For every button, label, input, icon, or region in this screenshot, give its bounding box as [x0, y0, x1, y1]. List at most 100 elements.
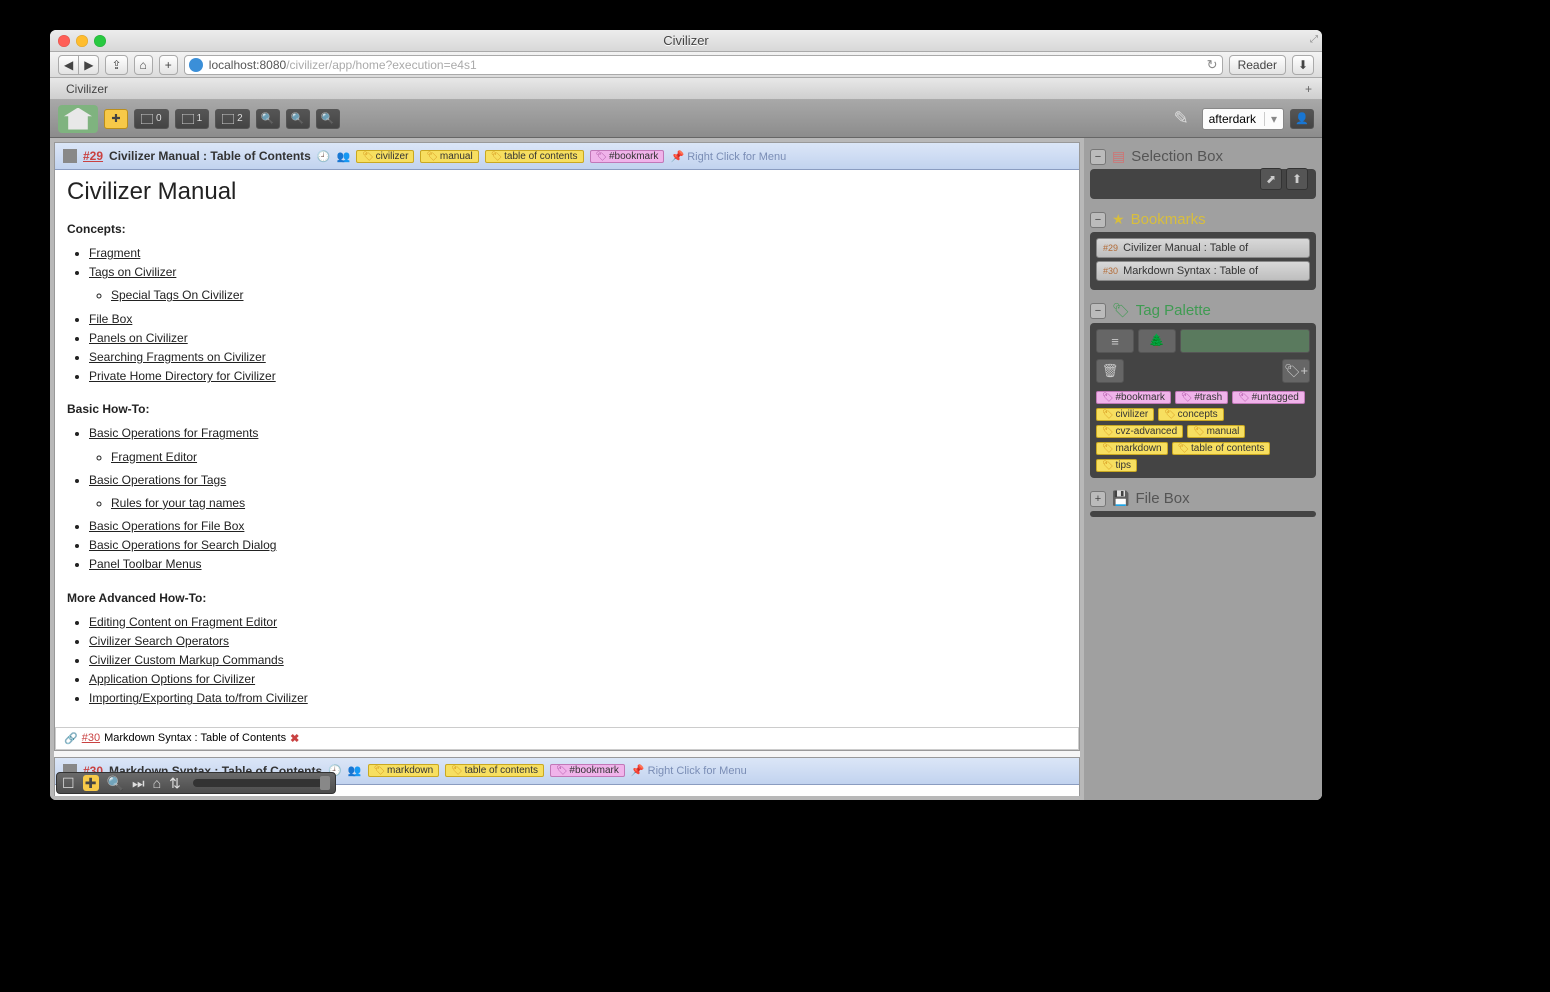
tag-item[interactable]: 🏷cvz-advanced	[1096, 425, 1183, 438]
selection-box-header[interactable]: − ▤ Selection Box	[1090, 144, 1316, 169]
link-editing[interactable]: Editing Content on Fragment Editor	[89, 615, 277, 629]
tags-icon: 🏷	[1112, 302, 1130, 319]
tag-item[interactable]: 🏷#trash	[1175, 391, 1228, 404]
reload-icon[interactable]: ↻	[1207, 57, 1218, 73]
bookmarks-header[interactable]: − ★ Bookmarks	[1090, 207, 1316, 232]
related-bar: 🔗 #30 Markdown Syntax : Table of Content…	[55, 727, 1079, 750]
link-basic-search[interactable]: Basic Operations for Search Dialog	[89, 538, 276, 552]
share-button[interactable]: ⇪	[105, 55, 127, 75]
home-button[interactable]: ⌂	[134, 55, 153, 75]
sort-icon[interactable]: ⇅	[169, 775, 181, 792]
downloads-button[interactable]: ⬇	[1292, 55, 1314, 75]
link-basic-tags[interactable]: Basic Operations for Tags	[89, 473, 226, 487]
tag-item[interactable]: 🏷markdown	[1096, 442, 1168, 455]
tag-item[interactable]: 🏷concepts	[1158, 408, 1223, 421]
fragment-header[interactable]: #29 Civilizer Manual : Table of Contents…	[55, 143, 1079, 170]
group-icon: 👥	[348, 764, 362, 777]
link-special-tags[interactable]: Special Tags On Civilizer	[111, 288, 244, 302]
tag-item[interactable]: 🏷#untagged	[1232, 391, 1305, 404]
tag-bookmark[interactable]: 🏷#bookmark	[550, 764, 625, 777]
tag-item[interactable]: 🏷tips	[1096, 459, 1137, 472]
brush-icon[interactable]: ✎	[1174, 108, 1196, 130]
link-searching[interactable]: Searching Fragments on Civilizer	[89, 350, 266, 364]
tag-item[interactable]: 🏷manual	[1187, 425, 1245, 438]
selection-box-title: Selection Box	[1131, 148, 1223, 165]
search-button-2[interactable]: 🔍	[286, 109, 310, 129]
tag-list-view-button[interactable]: ≡	[1096, 329, 1134, 353]
fragment-id[interactable]: #29	[83, 149, 103, 163]
collapse-icon[interactable]: −	[1090, 303, 1106, 319]
collapse-icon[interactable]: −	[1090, 212, 1106, 228]
save-icon: 💾	[1112, 490, 1129, 507]
browser-toolbar: ◀ ▶ ⇪ ⌂ + localhost:8080/civilizer/app/h…	[50, 52, 1322, 78]
new-tab-button[interactable]: +	[159, 55, 178, 75]
tag-item[interactable]: 🏷civilizer	[1096, 408, 1154, 421]
fragment-checkbox[interactable]	[63, 149, 77, 163]
home-icon[interactable]: ⌂	[153, 775, 161, 791]
url-bar[interactable]: localhost:8080/civilizer/app/home?execut…	[184, 55, 1223, 75]
browser-tab[interactable]: Civilizer	[58, 82, 116, 96]
collapse-icon[interactable]: −	[1090, 149, 1106, 165]
panel-2-button[interactable]: 2	[215, 109, 250, 129]
related-id[interactable]: #30	[82, 732, 100, 744]
bookmark-item[interactable]: #29 Civilizer Manual : Table of	[1096, 238, 1310, 258]
search-button-3[interactable]: 🔍	[316, 109, 340, 129]
forward-button[interactable]: ▶	[79, 55, 99, 75]
link-panels[interactable]: Panels on Civilizer	[89, 331, 188, 345]
theme-select[interactable]: afterdark ▾	[1202, 108, 1284, 130]
checkbox-icon[interactable]: ☐	[62, 775, 75, 792]
content-area: #29 Civilizer Manual : Table of Contents…	[50, 138, 1322, 800]
related-remove[interactable]: ✖	[290, 732, 299, 745]
back-button[interactable]: ◀	[58, 55, 79, 75]
tag-manual[interactable]: 🏷manual	[420, 150, 478, 163]
tag-markdown[interactable]: 🏷markdown	[368, 764, 440, 777]
new-fragment-button[interactable]: ✚	[104, 109, 128, 129]
tag-delete-button[interactable]: 🗑	[1096, 359, 1124, 383]
link-homedir[interactable]: Private Home Directory for Civilizer	[89, 369, 276, 383]
sidebar-top-button[interactable]: ⬆	[1286, 168, 1308, 190]
tag-search-input[interactable]	[1180, 329, 1310, 353]
slider-thumb[interactable]	[320, 776, 330, 790]
sidebar-up-button[interactable]: ⬈	[1260, 168, 1282, 190]
next-icon[interactable]: ⏭	[132, 775, 145, 792]
tag-item[interactable]: 🏷#bookmark	[1096, 391, 1171, 404]
tab-add-icon[interactable]: +	[1295, 82, 1322, 96]
link-basic-frag[interactable]: Basic Operations for Fragments	[89, 426, 258, 440]
link-fragment[interactable]: Fragment	[89, 246, 140, 260]
expand-icon[interactable]: +	[1090, 491, 1106, 507]
search-icon[interactable]: 🔍	[107, 775, 124, 792]
link-panel-menus[interactable]: Panel Toolbar Menus	[89, 557, 202, 571]
search-button-1[interactable]: 🔍	[256, 109, 280, 129]
link-basic-filebox[interactable]: Basic Operations for File Box	[89, 519, 244, 533]
file-box-header[interactable]: + 💾 File Box	[1090, 486, 1316, 511]
group-icon: 👥	[337, 150, 351, 163]
logo-icon[interactable]	[58, 105, 98, 133]
reader-button[interactable]: Reader	[1229, 55, 1286, 75]
slider[interactable]	[193, 779, 330, 787]
clock-icon: 🕘	[317, 150, 331, 163]
chevron-down-icon: ▾	[1264, 112, 1277, 126]
tag-toc[interactable]: 🏷table of contents	[485, 150, 584, 163]
link-markup[interactable]: Civilizer Custom Markup Commands	[89, 653, 284, 667]
tag-add-button[interactable]: 🏷+	[1282, 359, 1310, 383]
tag-bookmark[interactable]: 🏷#bookmark	[590, 150, 665, 163]
link-tags[interactable]: Tags on Civilizer	[89, 265, 176, 279]
tag-item[interactable]: 🏷table of contents	[1172, 442, 1271, 455]
user-button[interactable]: 👤	[1290, 109, 1314, 129]
bookmark-item[interactable]: #30 Markdown Syntax : Table of	[1096, 261, 1310, 281]
link-filebox[interactable]: File Box	[89, 312, 132, 326]
tag-palette-header[interactable]: − 🏷 Tag Palette	[1090, 298, 1316, 323]
expand-icon[interactable]: ⤢	[1310, 34, 1318, 45]
panel-1-button[interactable]: 1	[175, 109, 210, 129]
panel-0-button[interactable]: 0	[134, 109, 169, 129]
tag-tree-view-button[interactable]: 🌲	[1138, 329, 1176, 353]
link-import-export[interactable]: Importing/Exporting Data to/from Civiliz…	[89, 691, 308, 705]
add-button[interactable]: ✚	[83, 775, 99, 791]
tag-toc[interactable]: 🏷table of contents	[445, 764, 544, 777]
tag-civilizer[interactable]: 🏷civilizer	[356, 150, 414, 163]
link-tag-rules[interactable]: Rules for your tag names	[111, 496, 245, 510]
link-options[interactable]: Application Options for Civilizer	[89, 672, 255, 686]
link-frag-editor[interactable]: Fragment Editor	[111, 450, 197, 464]
file-box-panel	[1090, 511, 1316, 517]
link-search-ops[interactable]: Civilizer Search Operators	[89, 634, 229, 648]
